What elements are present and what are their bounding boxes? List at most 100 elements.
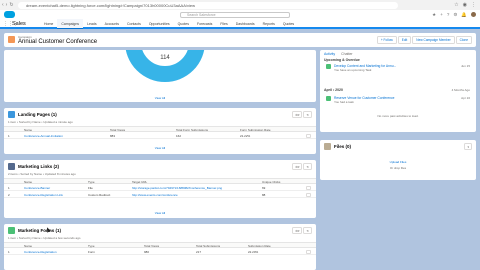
column-header[interactable]: Total Views: [144, 244, 159, 248]
record-link[interactable]: Conference-Registration: [24, 250, 57, 254]
card-title[interactable]: Landing Pages (1): [18, 112, 57, 117]
record-link[interactable]: Conference-Annual-Invitation: [24, 134, 63, 138]
star-icon[interactable]: ☆: [454, 2, 458, 8]
nav-item-forecasts[interactable]: Forecasts: [193, 19, 216, 29]
nav-item-dashboards[interactable]: Dashboards: [232, 19, 259, 29]
main-column: 114 View All Landing Pages (1) ⚙▾ ↻ 1 it…: [4, 50, 316, 270]
nav-item-campaigns[interactable]: Campaigns: [57, 19, 84, 29]
setup-gear-icon[interactable]: ⚙: [453, 12, 457, 18]
column-header[interactable]: Type: [88, 180, 95, 184]
add-icon[interactable]: +: [440, 12, 443, 18]
activity-subtitle: You had a task: [334, 100, 354, 104]
card-header: Marketing Links (2): [8, 163, 59, 170]
salesforce-logo[interactable]: [4, 11, 15, 18]
column-header[interactable]: Unique Clicks: [262, 180, 280, 184]
view-all-link[interactable]: View All: [4, 146, 316, 150]
table-cell: 21.22%: [240, 134, 251, 138]
row-action-menu[interactable]: [306, 193, 311, 197]
task-icon: [326, 96, 331, 101]
column-header[interactable]: Name: [24, 128, 32, 132]
url-link[interactable]: http://storage.pardot.com/794971/1688082…: [132, 186, 222, 190]
browser-actions: ☆ ◉ ⋮: [454, 2, 476, 8]
settings-gear-icon[interactable]: ⚙▾: [292, 163, 303, 170]
view-all-link[interactable]: View All: [4, 211, 316, 215]
record-link[interactable]: Conference-Banner: [24, 186, 50, 190]
column-header[interactable]: Total Submissions: [196, 244, 220, 248]
tab-activity[interactable]: Activity: [324, 52, 335, 56]
follow-button[interactable]: + Follow: [376, 36, 397, 44]
extension-icon[interactable]: ◉: [463, 2, 467, 8]
refresh-icon[interactable]: ↻: [303, 227, 312, 234]
column-header[interactable]: Type: [88, 244, 95, 248]
link-icon: [8, 163, 15, 170]
table-row: 1 Conference-Banner File http://storage.…: [4, 185, 316, 191]
card-title[interactable]: Files (0): [334, 144, 351, 149]
nav-item-files[interactable]: Files: [216, 19, 231, 29]
column-header[interactable]: Form Submission Rate: [240, 128, 271, 132]
record-header: Campaign Annual Customer Conference + Fo…: [4, 33, 476, 47]
nav-item-quotes-2[interactable]: Quotes: [279, 19, 298, 29]
refresh-icon[interactable]: ↻: [303, 111, 312, 118]
nav-item-reports[interactable]: Reports: [259, 19, 279, 29]
activity-subtitle: You have an upcoming Task: [334, 68, 372, 72]
table-cell: File: [88, 186, 93, 190]
column-header[interactable]: Target URL: [132, 180, 147, 184]
nav-item-leads[interactable]: Leads: [83, 19, 101, 29]
row-action-menu[interactable]: [306, 134, 311, 138]
table-row: 1 Conference-Registration Form 980 217 2…: [4, 249, 316, 255]
nav-item-home[interactable]: Home: [40, 19, 57, 29]
table-header: Name Type Target URL Unique Clicks: [4, 178, 316, 184]
nav-item-quotes[interactable]: Quotes: [174, 19, 193, 29]
row-action-menu[interactable]: [306, 186, 311, 190]
chevron-down-icon[interactable]: ▾: [464, 143, 472, 150]
address-bar[interactable]: dream-eventchat5-demo.lightning.force.co…: [18, 1, 398, 9]
nav-item-opportunities[interactable]: Opportunities: [145, 19, 174, 29]
nav-item-accounts[interactable]: Accounts: [101, 19, 123, 29]
card-title[interactable]: Marketing Forms (1): [18, 228, 61, 233]
browser-nav-buttons: ‹ › ↻: [2, 2, 14, 8]
settings-gear-icon[interactable]: ⚙▾: [292, 227, 303, 234]
tab-chatter[interactable]: Chatter: [341, 52, 352, 56]
settings-gear-icon[interactable]: ⚙▾: [292, 111, 303, 118]
browser-toolbar: ‹ › ↻ dream-eventchat5-demo.lightning.fo…: [0, 0, 480, 10]
page-title: Annual Customer Conference: [18, 39, 98, 45]
card-title[interactable]: Marketing Links (2): [18, 164, 59, 169]
column-header[interactable]: Submission Rate: [248, 244, 271, 248]
avatar[interactable]: [471, 12, 476, 17]
column-header[interactable]: Total Form Submissions: [176, 128, 208, 132]
favorites-icon[interactable]: ★: [432, 12, 436, 18]
section-past[interactable]: April • 2020: [324, 88, 343, 92]
url-link[interactable]: http://www.events.com/conference: [132, 193, 178, 197]
column-header[interactable]: Name: [24, 244, 32, 248]
card-header: Marketing Forms (1): [8, 227, 61, 234]
upload-files-button[interactable]: Upload Files: [320, 160, 476, 164]
table-header: Name Type Total Views Total Submissions …: [4, 242, 316, 248]
column-header[interactable]: Total Views: [110, 128, 125, 132]
notifications-bell-icon[interactable]: 🔔: [461, 12, 467, 18]
card-header: Landing Pages (1): [8, 111, 57, 118]
table-cell: 88: [262, 193, 266, 197]
forward-icon[interactable]: ›: [6, 2, 8, 8]
section-upcoming[interactable]: Upcoming & Overdue: [324, 58, 360, 62]
back-icon[interactable]: ‹: [2, 2, 4, 8]
drop-files-zone[interactable]: Or drop files: [320, 166, 476, 170]
table-row: 1 Conference-Annual-Invitation 883 162 2…: [4, 133, 316, 139]
clone-button[interactable]: Clone: [455, 36, 472, 44]
nav-item-contacts[interactable]: Contacts: [123, 19, 145, 29]
table-cell: 883: [110, 134, 116, 138]
global-search-input[interactable]: Search Salesforce: [180, 11, 290, 18]
new-campaign-member-button[interactable]: New Campaign Member: [412, 36, 455, 44]
refresh-icon[interactable]: ↻: [303, 163, 312, 170]
table-cell: 162: [176, 134, 182, 138]
column-header[interactable]: Name: [24, 180, 32, 184]
menu-icon[interactable]: ⋮: [471, 2, 476, 8]
app-navigation: ⋮⋮⋮ Sales Home Campaigns Leads Accounts …: [0, 19, 480, 29]
row-action-menu[interactable]: [306, 250, 311, 254]
view-all-link[interactable]: View All: [4, 96, 316, 100]
edit-button[interactable]: Edit: [397, 36, 412, 44]
card-meta: 1 item • Sorted by Name • Updated a minu…: [8, 120, 73, 124]
help-icon[interactable]: ?: [447, 12, 450, 18]
activity-date: Jun 15: [460, 64, 470, 68]
reload-icon[interactable]: ↻: [9, 2, 13, 8]
record-link[interactable]: Conference-Registration Link: [24, 193, 63, 197]
